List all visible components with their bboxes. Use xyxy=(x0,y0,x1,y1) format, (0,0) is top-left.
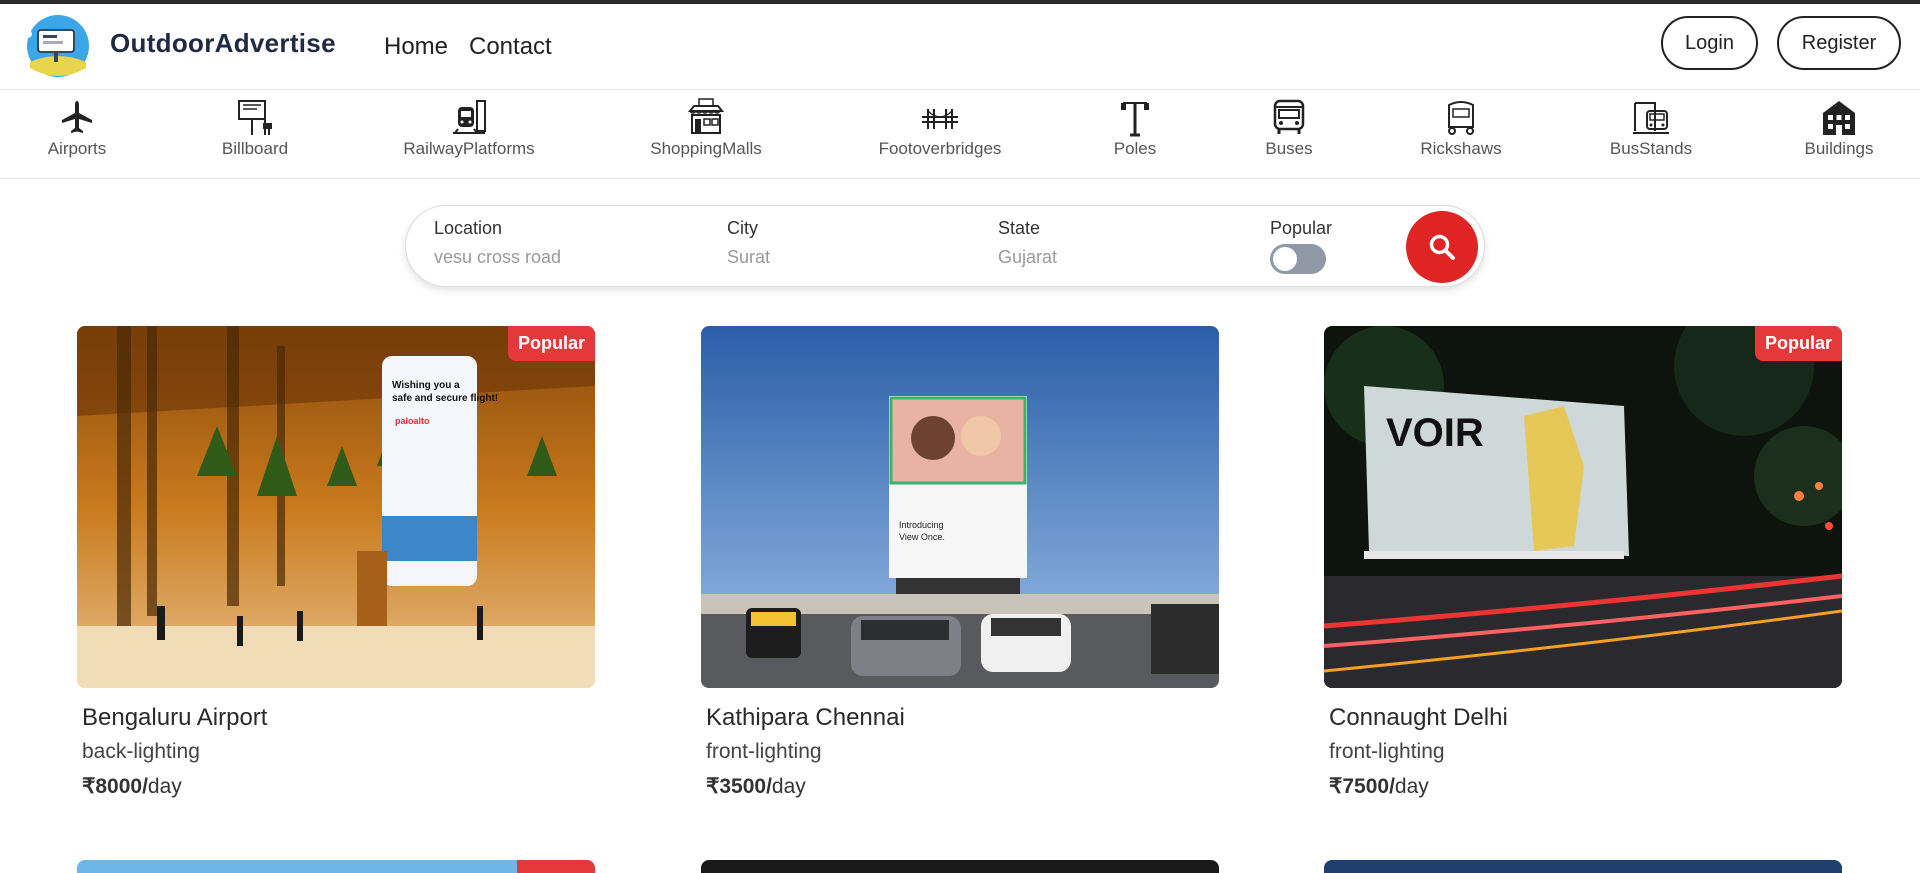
listing-title[interactable]: Bengaluru Airport xyxy=(82,704,595,732)
nav-home[interactable]: Home xyxy=(384,33,448,61)
search-bar: Location City State Popular xyxy=(405,205,1485,287)
price-value: ₹7500/ xyxy=(1329,775,1395,798)
category-billboard[interactable]: Billboard xyxy=(218,97,292,173)
logo-icon[interactable] xyxy=(20,12,95,78)
location-field: Location xyxy=(434,218,654,268)
bridge-icon xyxy=(922,109,958,129)
location-input[interactable] xyxy=(434,247,654,268)
listing-lighting: back-lighting xyxy=(82,740,200,763)
listing-lighting: front-lighting xyxy=(706,740,822,763)
roadside-billboard-image: Introducing View Once. xyxy=(701,326,1219,688)
category-bar: Airports Billboard RailwayPlatforms Shop… xyxy=(0,91,1920,179)
city-field: City xyxy=(727,218,947,268)
popular-badge-partial xyxy=(517,860,595,873)
svg-text:VOIR: VOIR xyxy=(1386,411,1484,455)
listing-card[interactable]: VOIR Popular Connaught Delhi front-light… xyxy=(1324,326,1842,799)
category-label: Buses xyxy=(1265,139,1313,158)
listing-card-partial[interactable] xyxy=(1324,860,1842,873)
airport-interior-image: Wishing you a safe and secure flight! pa… xyxy=(77,326,595,688)
building-icon xyxy=(1823,101,1855,135)
popular-badge: Popular xyxy=(507,326,595,361)
listing-price: ₹8000/day xyxy=(82,774,595,799)
pole-icon xyxy=(1121,102,1149,137)
nav-contact[interactable]: Contact xyxy=(469,33,552,61)
category-footoverbridges[interactable]: Footoverbridges xyxy=(873,97,1007,173)
listing-image[interactable]: Wishing you a safe and secure flight! pa… xyxy=(77,326,595,688)
billboard-icon xyxy=(238,100,272,135)
brand-name[interactable]: OutdoorAdvertise xyxy=(110,28,336,59)
category-railway-platforms[interactable]: RailwayPlatforms xyxy=(400,97,538,173)
category-label: Rickshaws xyxy=(1420,139,1502,158)
state-input[interactable] xyxy=(998,247,1218,268)
login-button[interactable]: Login xyxy=(1661,16,1758,70)
night-billboard-image: VOIR xyxy=(1324,326,1842,688)
state-field: State xyxy=(998,218,1218,268)
train-icon xyxy=(453,100,486,134)
category-buses[interactable]: Buses xyxy=(1264,97,1314,173)
category-shopping-malls[interactable]: ShoppingMalls xyxy=(646,97,766,173)
search-button[interactable] xyxy=(1406,211,1478,283)
category-label: Poles xyxy=(1113,139,1157,158)
category-label: Billboard xyxy=(221,139,289,158)
listing-price: ₹3500/day xyxy=(706,774,1219,799)
state-label: State xyxy=(998,218,1041,238)
price-unit: day xyxy=(147,775,182,798)
listing-image[interactable]: Introducing View Once. xyxy=(701,326,1219,688)
price-value: ₹8000/ xyxy=(82,775,148,798)
svg-text:paloalto: paloalto xyxy=(395,416,430,426)
svg-text:View Once.: View Once. xyxy=(899,532,945,542)
airplane-icon xyxy=(62,101,92,133)
svg-text:safe and secure flight!: safe and secure flight! xyxy=(392,393,498,404)
listing-card[interactable]: Introducing View Once. Kathipara Chennai… xyxy=(701,326,1219,799)
listing-price: ₹7500/day xyxy=(1329,774,1842,799)
listing-title[interactable]: Connaught Delhi xyxy=(1329,704,1842,732)
header: OutdoorAdvertise Home Contact Login Regi… xyxy=(0,4,1920,90)
category-label: Buildings xyxy=(1804,139,1874,158)
category-poles[interactable]: Poles xyxy=(1112,97,1158,173)
location-label: Location xyxy=(434,218,503,238)
category-label: Footoverbridges xyxy=(878,139,1002,158)
listing-card-partial[interactable] xyxy=(701,860,1219,873)
price-unit: day xyxy=(1394,775,1429,798)
mall-icon xyxy=(687,98,725,134)
category-rickshaws[interactable]: Rickshaws xyxy=(1418,97,1504,173)
svg-text:Introducing: Introducing xyxy=(899,520,944,530)
category-bus-stands[interactable]: BusStands xyxy=(1608,97,1694,173)
price-value: ₹3500/ xyxy=(706,775,772,798)
price-unit: day xyxy=(771,775,806,798)
listing-card[interactable]: Wishing you a safe and secure flight! pa… xyxy=(77,326,595,799)
toggle-knob xyxy=(1273,247,1297,271)
svg-text:Wishing you a: Wishing you a xyxy=(392,380,460,391)
city-input[interactable] xyxy=(727,247,947,268)
listing-card-partial[interactable] xyxy=(77,860,595,873)
category-label: ShoppingMalls xyxy=(650,139,762,158)
category-label: RailwayPlatforms xyxy=(403,139,535,158)
category-label: BusStands xyxy=(1609,139,1693,158)
popular-badge: Popular xyxy=(1754,326,1842,361)
bus-stand-icon xyxy=(1633,102,1669,134)
category-label: Airports xyxy=(47,139,107,158)
listing-title[interactable]: Kathipara Chennai xyxy=(706,704,1219,732)
category-airports[interactable]: Airports xyxy=(45,97,109,173)
listing-image[interactable]: VOIR Popular xyxy=(1324,326,1842,688)
popular-toggle[interactable] xyxy=(1270,244,1326,274)
register-button[interactable]: Register xyxy=(1777,16,1901,70)
category-buildings[interactable]: Buildings xyxy=(1800,97,1878,173)
rickshaw-icon xyxy=(1448,101,1474,135)
city-label: City xyxy=(727,218,758,238)
bus-icon xyxy=(1273,99,1305,134)
search-icon xyxy=(1429,234,1455,260)
popular-label: Popular xyxy=(1270,218,1333,238)
popular-field: Popular xyxy=(1270,218,1332,239)
listing-lighting: front-lighting xyxy=(1329,740,1445,763)
